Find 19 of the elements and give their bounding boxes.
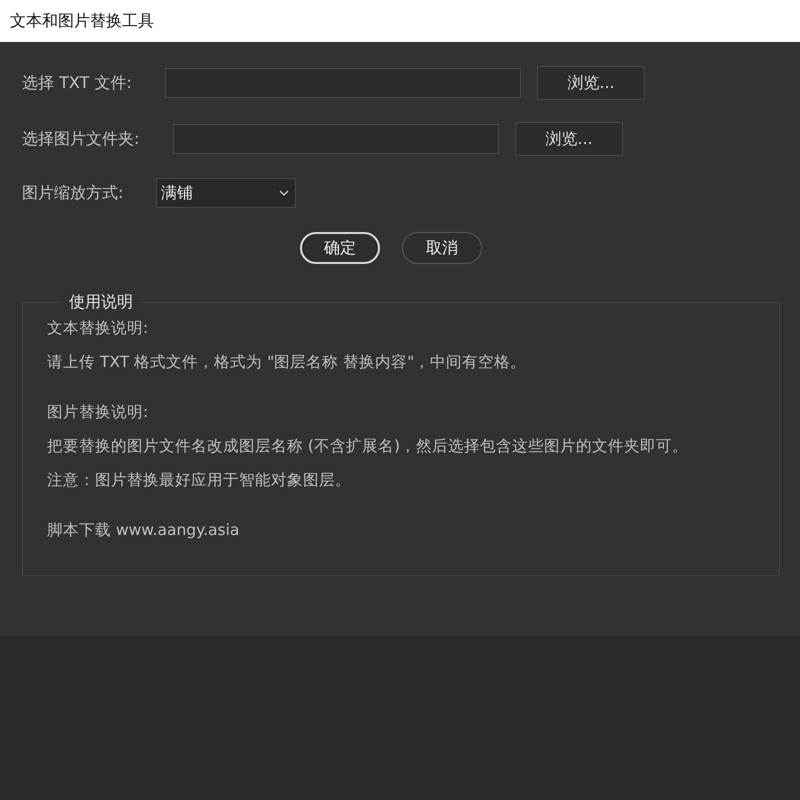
path-field[interactable]: [165, 68, 521, 98]
scale-dropdown[interactable]: 满铺: [156, 178, 296, 208]
instruction-text: 请上传 TXT 格式文件，格式为 "图层名称 替换内容"，中间有空格。: [47, 352, 528, 373]
window-title: 文本和图片替换工具: [10, 10, 154, 32]
browse-button[interactable]: 浏览...: [537, 66, 645, 100]
field-label: 选择图片文件夹:: [22, 128, 140, 150]
field-label: 图片缩放方式:: [22, 182, 124, 204]
instruction-text: 注意：图片替换最好应用于智能对象图层。: [47, 470, 352, 491]
cancel-button[interactable]: 取消: [402, 232, 482, 264]
instruction-text: 脚本下载 www.aangy.asia: [47, 520, 240, 541]
chevron-down-icon: [279, 190, 289, 196]
path-field[interactable]: [173, 124, 499, 154]
browse-button[interactable]: 浏览...: [515, 122, 623, 156]
instruction-text: 文本替换说明:: [47, 318, 150, 339]
confirm-button[interactable]: 确定: [300, 232, 380, 264]
field-label: 选择 TXT 文件:: [22, 72, 133, 94]
instruction-text: 把要替换的图片文件名改成图层名称 (不含扩展名)，然后选择包含这些图片的文件夹即可。: [47, 436, 690, 457]
instruction-text: 图片替换说明:: [47, 402, 150, 423]
panel-title: 使用说明: [68, 292, 134, 313]
